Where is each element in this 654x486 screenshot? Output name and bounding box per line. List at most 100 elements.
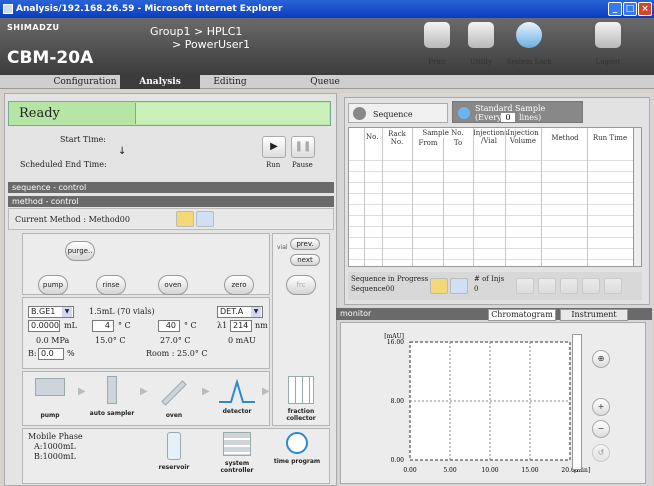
chromatogram-chart: 0.00 5.00 10.00 15.00 20.0016.008.000.00[mAU… xyxy=(384,333,590,474)
lambda-label: λ1 xyxy=(217,321,228,330)
detector-device[interactable]: detector xyxy=(212,378,262,415)
flow-input[interactable]: 0.0000 xyxy=(28,320,60,332)
close-button[interactable]: × xyxy=(638,2,652,16)
mobile-phase-a: A:1000mL xyxy=(34,442,76,451)
column-icon xyxy=(161,380,187,406)
prev-button[interactable]: prev. xyxy=(290,238,320,250)
sampler-temp-input[interactable]: 4 xyxy=(92,320,114,332)
paste-icon[interactable] xyxy=(560,278,578,294)
time-program-label: time program xyxy=(273,458,321,465)
tab-chromatogram[interactable]: Chromatogram xyxy=(488,309,556,321)
col-injection-volume: Injection Volume xyxy=(507,129,539,145)
reservoir-device[interactable]: reservoir xyxy=(150,432,198,471)
group-path: Group1 > HPLC1 xyxy=(150,25,243,38)
zero-button[interactable]: zero xyxy=(224,275,254,295)
status-bar: Ready xyxy=(8,101,331,126)
current-method: Current Method : Method00 xyxy=(15,215,130,224)
tab-instrument[interactable]: Instrument xyxy=(560,309,628,321)
autosampler-icon xyxy=(107,376,117,404)
method-control-header[interactable]: method - control xyxy=(8,196,334,207)
system-lock-label: System Lock xyxy=(506,58,552,66)
model-name: CBM-20A xyxy=(7,48,94,68)
wavelength-input[interactable]: 214 xyxy=(230,320,252,332)
tab-editing[interactable]: Editing xyxy=(200,75,260,89)
standard-every: (Every xyxy=(475,113,502,122)
next-button[interactable]: next xyxy=(290,254,320,266)
standard-sample-title: Standard Sample xyxy=(475,104,546,113)
oven-actual-temp: 27.0° C xyxy=(160,336,191,345)
user-path: > PowerUser1 xyxy=(172,38,251,51)
standard-lines: lines) xyxy=(519,113,542,122)
purge-button[interactable]: purge.. xyxy=(65,241,95,261)
sequence-scrollbar[interactable] xyxy=(633,128,641,266)
col-no: No. xyxy=(366,133,379,141)
col-divider xyxy=(382,128,383,266)
oven-button[interactable]: oven xyxy=(158,275,188,295)
system-lock-button[interactable]: System Lock xyxy=(501,22,557,66)
pause-label: Pause xyxy=(292,161,313,169)
folder-open-icon[interactable] xyxy=(176,211,194,227)
b-unit: % xyxy=(67,349,75,358)
pump-button[interactable]: pump xyxy=(38,275,68,295)
autosampler-device[interactable]: auto sampler xyxy=(88,376,136,417)
main-tabs: Configuration Analysis Editing Queue xyxy=(0,75,654,89)
reservoir-icon xyxy=(167,432,181,460)
fill-icon[interactable] xyxy=(582,278,600,294)
mobile-phase-b: B:1000mL xyxy=(34,452,76,461)
zoom-in-icon[interactable]: + xyxy=(592,398,610,416)
system-controller-icon xyxy=(223,432,251,456)
pump-pressure: 0.0 MPa xyxy=(36,336,70,345)
sequence-tab[interactable]: Sequence xyxy=(348,103,448,123)
zoom-out-icon[interactable]: − xyxy=(592,420,610,438)
logout-button[interactable]: Logout xyxy=(580,22,636,66)
sequence-control-header[interactable]: sequence - control xyxy=(8,182,334,193)
standard-sample-tab[interactable]: Standard Sample (Every 0 lines) xyxy=(452,101,583,123)
maximize-button[interactable]: □ xyxy=(623,2,637,16)
frc-button[interactable]: frc xyxy=(286,275,316,295)
injs-label: # of Injs xyxy=(474,275,505,283)
zoom-reset-icon[interactable]: ↺ xyxy=(592,444,610,462)
start-time-label: Start Time: xyxy=(60,135,106,144)
save-icon[interactable] xyxy=(450,278,468,294)
save-icon[interactable] xyxy=(196,211,214,227)
system-controller-device[interactable]: system controller xyxy=(210,432,264,474)
zoom-fit-icon[interactable]: ⊕ xyxy=(592,350,610,368)
standard-sample-icon xyxy=(458,107,470,119)
detector-channel-select[interactable]: DET.A xyxy=(217,306,263,318)
y-tick-label: 8.00 xyxy=(391,398,405,405)
run-label: Run xyxy=(266,161,281,169)
oven-device[interactable]: oven xyxy=(150,378,198,419)
oven-temp-input[interactable]: 40 xyxy=(158,320,180,332)
minimize-button[interactable]: _ xyxy=(608,2,622,16)
pump-device[interactable]: pump xyxy=(26,378,74,419)
clock-icon xyxy=(286,432,308,454)
pump-channel-select[interactable]: B.GE1 xyxy=(28,306,74,318)
tab-configuration[interactable]: Configuration xyxy=(50,75,120,89)
y-axis-label: [mAU] xyxy=(384,333,404,340)
pause-button[interactable]: ❚❚ xyxy=(291,136,315,158)
col-run-time: Run Time xyxy=(592,134,628,142)
wavelength-unit: nm xyxy=(255,321,268,330)
folder-open-icon[interactable] xyxy=(430,278,448,294)
tab-analysis[interactable]: Analysis xyxy=(120,75,200,89)
rinse-button[interactable]: rinse xyxy=(96,275,126,295)
col-divider xyxy=(412,128,413,266)
b-conc-input[interactable]: 0.0 xyxy=(38,348,64,360)
fraction-collector-label: fraction collector xyxy=(286,408,316,422)
add-row-icon[interactable] xyxy=(516,278,534,294)
standard-count-input[interactable]: 0 xyxy=(501,113,515,122)
chart-scrollbar[interactable] xyxy=(572,334,582,470)
col-from: From xyxy=(418,139,438,147)
col-rack: Rack No. xyxy=(388,130,406,146)
sequence-table: No. Rack No. Sample No. From To Injectio… xyxy=(348,127,642,267)
sequence-tab-label: Sequence xyxy=(373,110,413,119)
sequence-rows[interactable] xyxy=(349,150,633,266)
clear-icon[interactable] xyxy=(604,278,622,294)
time-program-device[interactable]: time program xyxy=(270,432,324,465)
arrow-right-icon: ▶ xyxy=(262,386,270,397)
tab-queue[interactable]: Queue xyxy=(300,75,350,89)
fraction-collector-device[interactable]: fraction collector xyxy=(276,376,326,422)
col-injections: Injections /Vial xyxy=(473,129,508,145)
run-button[interactable]: ▶ xyxy=(262,136,286,158)
copy-icon[interactable] xyxy=(538,278,556,294)
